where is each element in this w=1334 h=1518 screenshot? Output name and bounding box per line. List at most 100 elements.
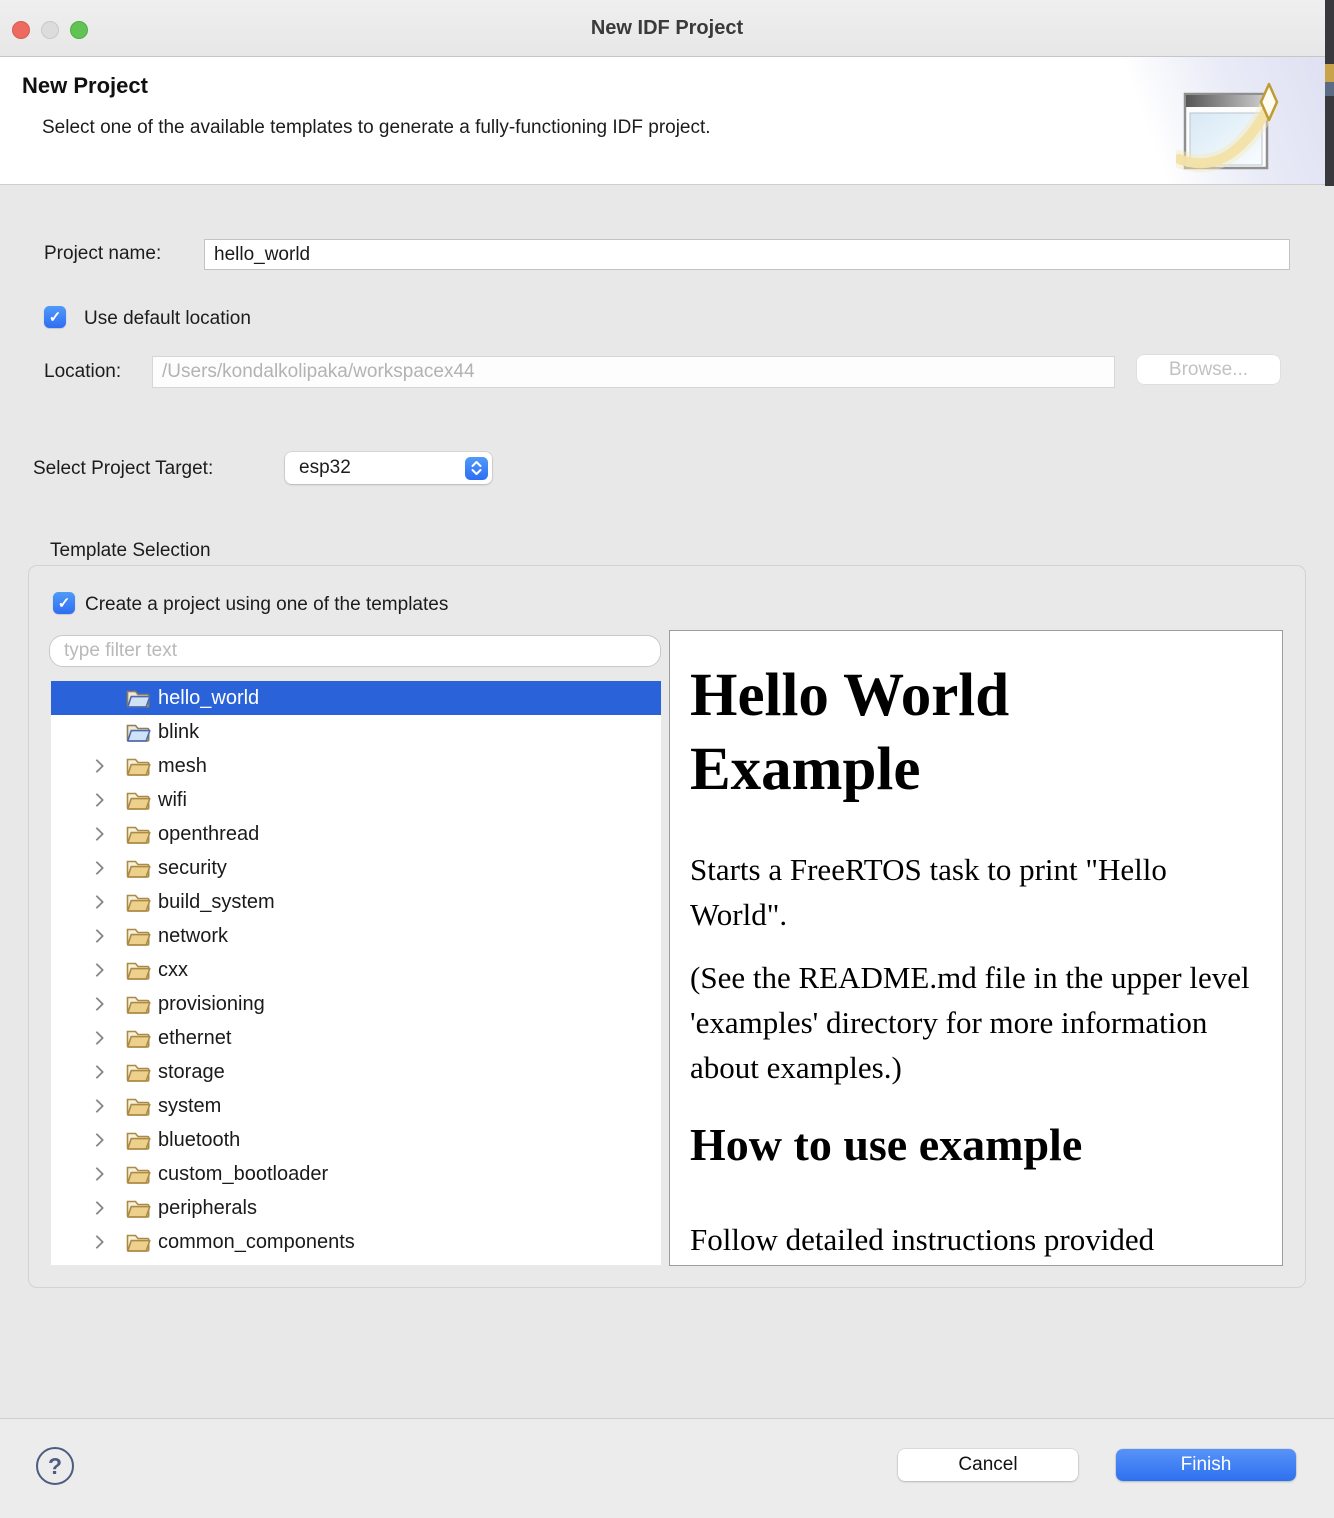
expand-chevron-icon[interactable] [92,999,105,1009]
open-folder-icon [125,1028,151,1049]
tree-item-label: ethernet [158,1027,231,1050]
expand-chevron-icon[interactable] [92,761,105,771]
open-folder-icon [125,756,151,777]
template-tree-item[interactable]: peripherals [51,1191,661,1225]
readme-paragraph: Starts a FreeRTOS task to print "Hello W… [690,848,1262,938]
template-tree-item[interactable]: cxx [51,953,661,987]
template-tree-item[interactable]: wifi [51,783,661,817]
open-folder-icon [125,858,151,879]
cancel-button[interactable]: Cancel [898,1449,1078,1481]
template-tree-item[interactable]: blink [51,715,661,749]
expand-chevron-icon[interactable] [92,829,105,839]
expand-chevron-icon[interactable] [92,897,105,907]
tree-item-label: mesh [158,755,207,778]
open-folder-icon [125,722,151,743]
expand-chevron-icon[interactable] [92,863,105,873]
template-tree-item[interactable]: hello_world [51,681,661,715]
expand-chevron-icon[interactable] [92,1033,105,1043]
tree-item-label: network [158,925,228,948]
location-label: Location: [44,361,121,383]
template-tree-item[interactable]: mesh [51,749,661,783]
expand-chevron-icon[interactable] [92,795,105,805]
template-tree[interactable]: hello_world blink mesh wifi openthread [51,681,661,1265]
expand-chevron-icon[interactable] [92,931,105,941]
help-button[interactable]: ? [36,1447,74,1485]
open-folder-icon [125,926,151,947]
template-tree-item[interactable]: build_system [51,885,661,919]
template-selection-label: Template Selection [50,540,211,562]
open-folder-icon [125,1232,151,1253]
button-bar: ? Cancel Finish [0,1418,1334,1518]
checkmark-icon: ✓ [49,308,62,326]
template-tree-item[interactable]: custom_bootloader [51,1157,661,1191]
project-name-label: Project name: [44,243,161,265]
open-folder-icon [125,790,151,811]
open-folder-icon [125,892,151,913]
open-folder-icon [125,1164,151,1185]
expand-chevron-icon[interactable] [92,1169,105,1179]
open-folder-icon [125,994,151,1015]
template-filter-input[interactable] [49,635,661,667]
tree-item-label: openthread [158,823,259,846]
expand-chevron-icon[interactable] [92,1067,105,1077]
tree-item-label: bluetooth [158,1129,240,1152]
tree-item-label: custom_bootloader [158,1163,328,1186]
expand-chevron-icon[interactable] [92,1135,105,1145]
template-tree-item[interactable]: openthread [51,817,661,851]
tree-item-label: wifi [158,789,187,812]
open-folder-icon [125,960,151,981]
location-input [152,356,1115,388]
tree-item-label: storage [158,1061,225,1084]
browse-button[interactable]: Browse... [1137,355,1280,384]
project-target-label: Select Project Target: [33,458,213,480]
desktop-background-sliver [1325,0,1334,186]
project-name-input[interactable] [204,239,1290,270]
template-tree-item[interactable]: system [51,1089,661,1123]
project-target-select[interactable]: esp32 [285,452,492,484]
template-tree-item[interactable]: ethernet [51,1021,661,1055]
tree-item-label: security [158,857,227,880]
open-folder-icon [125,1096,151,1117]
readme-heading: Hello World Example [690,659,1190,808]
title-bar: New IDF Project [0,0,1334,57]
tree-item-label: system [158,1095,221,1118]
tree-item-label: common_components [158,1231,355,1254]
tree-item-label: blink [158,721,199,744]
expand-chevron-icon[interactable] [92,1203,105,1213]
template-selection-group: ✓ Create a project using one of the temp… [28,565,1306,1288]
tree-item-label: cxx [158,959,188,982]
template-tree-item[interactable]: common_components [51,1225,661,1259]
open-folder-icon [125,1062,151,1083]
readme-paragraph: Follow detailed instructions provided sp… [690,1218,1262,1266]
open-folder-icon [125,688,151,709]
use-default-location-checkbox[interactable]: ✓ [44,306,66,328]
readme-paragraph: (See the README.md file in the upper lev… [690,956,1262,1091]
template-tree-item[interactable]: storage [51,1055,661,1089]
template-tree-item[interactable]: network [51,919,661,953]
stepper-chevrons-icon [465,457,488,480]
expand-chevron-icon[interactable] [92,965,105,975]
use-templates-checkbox[interactable]: ✓ [53,592,75,614]
window-title: New IDF Project [0,0,1334,57]
template-tree-item[interactable]: security [51,851,661,885]
new-wizard-window-sparkle-icon [1176,79,1294,188]
open-folder-icon [125,824,151,845]
wizard-header: New Project Select one of the available … [0,57,1334,185]
readme-subheading: How to use example [690,1117,1262,1172]
finish-button[interactable]: Finish [1116,1449,1296,1481]
template-tree-item[interactable] [51,1259,661,1265]
template-readme-preview: Hello World Example Starts a FreeRTOS ta… [669,630,1283,1266]
tree-item-label: hello_world [158,687,259,710]
tree-item-label: build_system [158,891,275,914]
question-mark-icon: ? [48,1453,62,1480]
expand-chevron-icon[interactable] [92,1101,105,1111]
template-tree-item[interactable]: provisioning [51,987,661,1021]
expand-chevron-icon[interactable] [92,1237,105,1247]
checkmark-icon: ✓ [58,594,71,612]
use-templates-label: Create a project using one of the templa… [85,594,448,616]
tree-item-label: provisioning [158,993,265,1016]
page-title: New Project [22,73,148,99]
tree-item-label: peripherals [158,1197,257,1220]
template-tree-item[interactable]: bluetooth [51,1123,661,1157]
page-subtitle: Select one of the available templates to… [42,117,711,139]
